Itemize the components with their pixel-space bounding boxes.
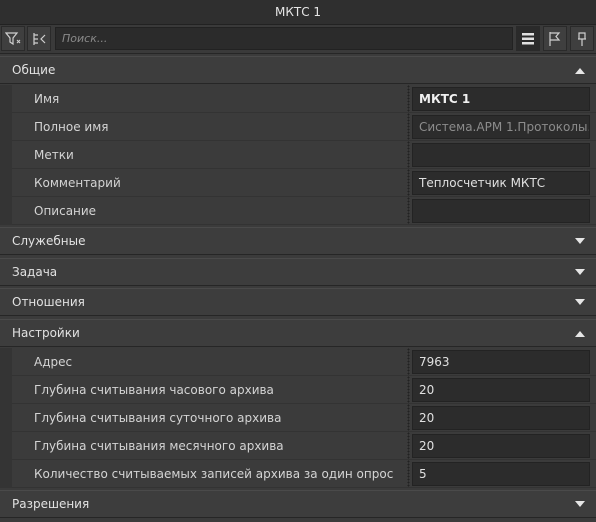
- row-gutter: [0, 197, 12, 225]
- chevron-down-icon: [575, 299, 585, 305]
- column-splitter[interactable]: [407, 141, 410, 169]
- section-service-title: Служебные: [12, 234, 86, 248]
- property-value-field[interactable]: 20: [412, 406, 590, 430]
- property-value-field[interactable]: Система.АРМ 1.Протоколы.МКТС 1: [412, 115, 590, 139]
- column-splitter[interactable]: [407, 404, 410, 432]
- flag-button[interactable]: [543, 26, 567, 51]
- column-splitter[interactable]: [407, 85, 410, 113]
- property-label: Адрес: [34, 355, 73, 369]
- row-gutter: [0, 376, 12, 404]
- section-task[interactable]: Задача: [0, 258, 596, 286]
- property-label: Комментарий: [34, 176, 121, 190]
- property-row-address: Адрес 7963: [0, 348, 596, 376]
- property-row-hourly-depth: Глубина считывания часового архива 20: [0, 376, 596, 404]
- chevron-up-icon: [575, 331, 585, 337]
- section-general-title: Общие: [12, 63, 56, 77]
- row-gutter: [0, 348, 12, 376]
- chevron-up-icon: [575, 68, 585, 74]
- property-label: Описание: [34, 204, 97, 218]
- section-relations[interactable]: Отношения: [0, 288, 596, 316]
- section-relations-title: Отношения: [12, 295, 85, 309]
- column-splitter[interactable]: [407, 197, 410, 225]
- property-row-fullname: Полное имя Система.АРМ 1.Протоколы.МКТС …: [0, 113, 596, 141]
- section-settings-title: Настройки: [12, 326, 80, 340]
- row-divider: [12, 224, 596, 225]
- property-row-description: Описание: [0, 197, 596, 225]
- property-label: Глубина считывания суточного архива: [34, 411, 282, 425]
- property-label: Количество считываемых записей архива за…: [34, 467, 394, 481]
- collapse-icon: [33, 32, 46, 45]
- property-row-monthly-depth: Глубина считывания месячного архива 20: [0, 432, 596, 460]
- row-divider: [12, 487, 596, 488]
- toolbar: [0, 25, 596, 54]
- list-view-icon: [522, 32, 534, 44]
- chevron-down-icon: [575, 238, 585, 244]
- property-label: Полное имя: [34, 120, 109, 134]
- row-gutter: [0, 141, 12, 169]
- column-splitter[interactable]: [407, 376, 410, 404]
- property-value-field[interactable]: Теплосчетчик МКТС: [412, 171, 590, 195]
- collapse-button[interactable]: [27, 26, 51, 51]
- column-splitter[interactable]: [407, 460, 410, 488]
- column-splitter[interactable]: [407, 348, 410, 376]
- row-gutter: [0, 432, 12, 460]
- property-label: Глубина считывания часового архива: [34, 383, 274, 397]
- row-gutter: [0, 85, 12, 113]
- section-permissions[interactable]: Разрешения: [0, 490, 596, 518]
- row-gutter: [0, 113, 12, 141]
- flag-icon: [549, 31, 561, 46]
- property-label: Глубина считывания месячного архива: [34, 439, 284, 453]
- property-value-field[interactable]: [412, 199, 590, 223]
- window-title: МКТС 1: [0, 0, 596, 25]
- chevron-down-icon: [575, 269, 585, 275]
- column-splitter[interactable]: [407, 113, 410, 141]
- chevron-down-icon: [575, 501, 585, 507]
- list-view-button[interactable]: [516, 26, 540, 51]
- section-service[interactable]: Служебные: [0, 227, 596, 255]
- pin-button[interactable]: [570, 26, 594, 51]
- section-general[interactable]: Общие: [0, 56, 596, 84]
- filter-icon: [5, 31, 21, 45]
- property-label: Метки: [34, 148, 74, 162]
- row-gutter: [0, 460, 12, 488]
- property-label: Имя: [34, 92, 60, 106]
- property-value-field[interactable]: [412, 143, 590, 167]
- property-value-field[interactable]: 5: [412, 462, 590, 486]
- column-splitter[interactable]: [407, 432, 410, 460]
- row-gutter: [0, 404, 12, 432]
- search-input[interactable]: [55, 27, 513, 50]
- property-value-field[interactable]: 20: [412, 378, 590, 402]
- property-value-field[interactable]: 20: [412, 434, 590, 458]
- filter-button[interactable]: [1, 26, 25, 51]
- property-value-field[interactable]: МКТС 1: [412, 87, 590, 111]
- window-title-text: МКТС 1: [274, 5, 322, 19]
- column-splitter[interactable]: [407, 169, 410, 197]
- section-task-title: Задача: [12, 265, 58, 279]
- property-value-field[interactable]: 7963: [412, 350, 590, 374]
- section-permissions-title: Разрешения: [12, 497, 90, 511]
- property-row-name: Имя МКТС 1: [0, 85, 596, 113]
- property-row-daily-depth: Глубина считывания суточного архива 20: [0, 404, 596, 432]
- row-gutter: [0, 169, 12, 197]
- property-row-comment: Комментарий Теплосчетчик МКТС: [0, 169, 596, 197]
- property-row-tags: Метки: [0, 141, 596, 169]
- pin-icon: [578, 31, 586, 46]
- section-settings[interactable]: Настройки: [0, 319, 596, 347]
- property-row-records-per-poll: Количество считываемых записей архива за…: [0, 460, 596, 488]
